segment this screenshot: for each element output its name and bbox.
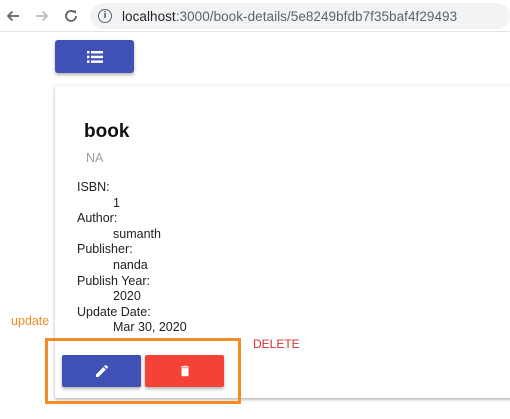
isbn-value: 1 bbox=[113, 195, 120, 210]
url-host: localhost bbox=[122, 8, 176, 24]
publisher-value: nanda bbox=[113, 257, 148, 272]
book-subtitle: NA bbox=[86, 151, 104, 165]
address-bar[interactable]: i localhost:3000/book-details/5e8249bfdb… bbox=[90, 3, 510, 29]
menu-button[interactable] bbox=[55, 40, 134, 73]
annotation-delete-label: DELETE bbox=[253, 337, 300, 351]
publisher-label: Publisher: bbox=[77, 242, 133, 257]
isbn-label: ISBN: bbox=[77, 180, 110, 194]
book-fields: ISBN: 1 Author: sumanth Publisher: nanda… bbox=[77, 180, 187, 336]
author-value: sumanth bbox=[113, 226, 161, 241]
annotation-highlight-box bbox=[45, 338, 241, 404]
arrow-right-icon bbox=[36, 10, 49, 22]
author-label: Author: bbox=[77, 211, 118, 226]
list-icon bbox=[86, 50, 103, 63]
browser-toolbar: i localhost:3000/book-details/5e8249bfdb… bbox=[0, 0, 510, 32]
update-date-label: Update Date: bbox=[77, 304, 151, 319]
publish-year-value: 2020 bbox=[113, 289, 141, 304]
forward-button[interactable] bbox=[32, 6, 52, 26]
book-title: book bbox=[84, 121, 130, 142]
info-icon[interactable]: i bbox=[98, 9, 112, 23]
annotation-update-label: update bbox=[11, 314, 50, 328]
update-date-value: Mar 30, 2020 bbox=[113, 320, 187, 335]
url-text[interactable]: localhost:3000/book-details/5e8249bfdb7f… bbox=[122, 9, 457, 24]
back-button[interactable] bbox=[3, 6, 23, 26]
reload-icon bbox=[65, 10, 77, 22]
url-path: :3000/book-details/5e8249bfdb7f35baf4f29… bbox=[175, 8, 458, 24]
publish-year-label: Publish Year: bbox=[77, 273, 150, 288]
arrow-left-icon bbox=[6, 10, 19, 22]
reload-button[interactable] bbox=[61, 6, 81, 26]
